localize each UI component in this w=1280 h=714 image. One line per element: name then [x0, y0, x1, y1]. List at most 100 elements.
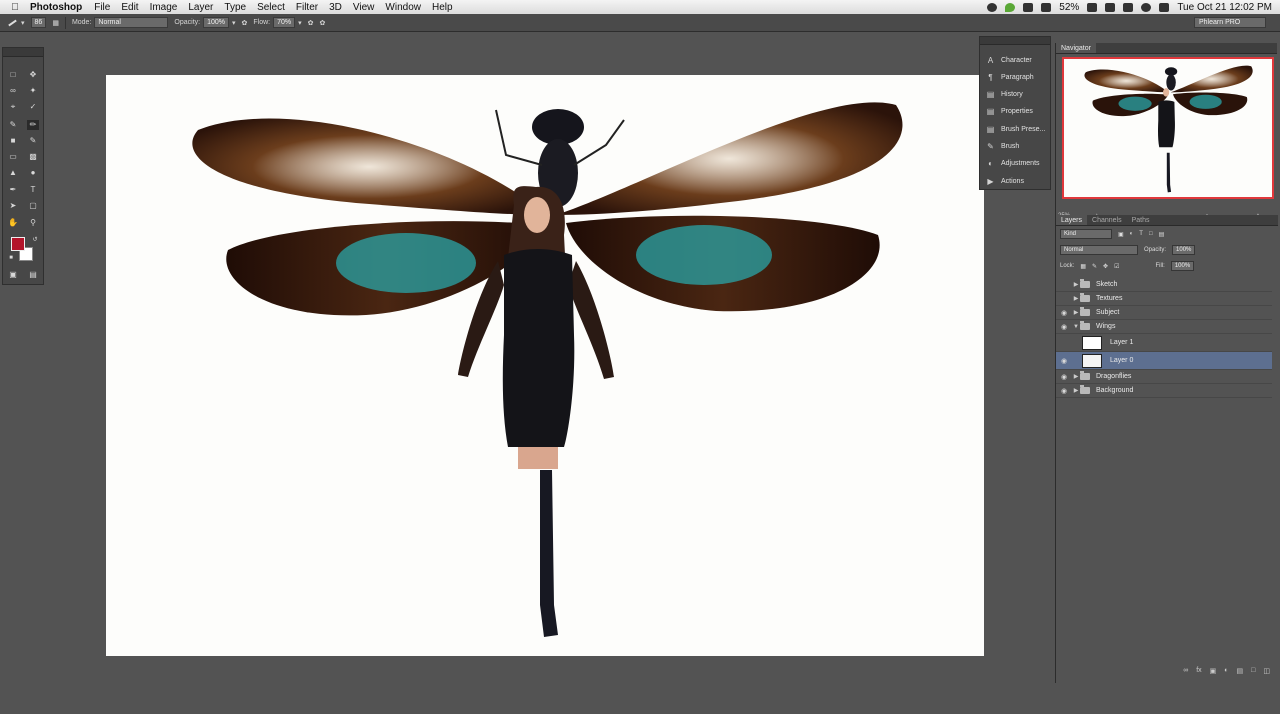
layer-opacity-field[interactable]: 100% — [1172, 245, 1196, 255]
eye-icon[interactable]: ◉ — [1056, 357, 1072, 365]
dock-adjustments[interactable]: ◐ Adjustments — [986, 156, 1039, 170]
layer-row-textures[interactable]: ▶ Textures — [1056, 292, 1272, 306]
blur-tool-icon[interactable]: ▲ — [7, 168, 19, 178]
opacity-field[interactable]: 100% — [203, 17, 229, 28]
dock-actions[interactable]: ▶ Actions — [986, 174, 1024, 188]
brush-tool-icon[interactable]: ✏ — [27, 120, 39, 130]
blend-mode-select[interactable]: Normal — [1060, 245, 1138, 255]
filter-pixel-icon[interactable]: ▣ — [1118, 231, 1124, 238]
menu-view[interactable]: View — [353, 2, 375, 13]
filter-shape-icon[interactable]: □ — [1149, 231, 1153, 237]
preset-dropdown-arrow-icon[interactable]: ▾ — [21, 19, 25, 27]
volume-icon[interactable] — [1159, 2, 1170, 12]
bluetooth-icon[interactable] — [1123, 2, 1134, 12]
airbrush-icon[interactable]: ✿ — [308, 19, 314, 27]
marquee-tool-icon[interactable]: □ — [7, 70, 19, 80]
pressure-opacity-icon[interactable]: ✿ — [242, 19, 248, 27]
healing-brush-tool-icon[interactable]: ✎ — [7, 120, 19, 130]
dock-brush-presets[interactable]: ▤ Brush Prese... — [986, 122, 1046, 136]
tools-panel-header[interactable] — [3, 48, 43, 57]
lasso-tool-icon[interactable]: ∞ — [7, 86, 19, 96]
flow-field[interactable]: 70% — [273, 17, 296, 28]
dock-brush[interactable]: ✎ Brush — [986, 139, 1019, 153]
layer-row-wings[interactable]: ◉ ▼ Wings — [1056, 320, 1272, 334]
layer-row-subject[interactable]: ◉ ▶ Subject — [1056, 306, 1272, 320]
display-icon[interactable] — [1087, 2, 1098, 12]
dodge-tool-icon[interactable]: ● — [27, 168, 39, 178]
lock-all-icon[interactable]: ☑ — [1114, 263, 1119, 270]
menu-image[interactable]: Image — [150, 2, 178, 13]
link-layers-icon[interactable]: ∞ — [1183, 667, 1188, 679]
layer-row-layer-0[interactable]: ◉ Layer 0 — [1056, 352, 1272, 370]
expand-arrow-icon[interactable]: ▶ — [1072, 373, 1080, 380]
layer-filter-kind-select[interactable]: Kind — [1060, 229, 1112, 239]
apple-icon[interactable]:  — [0, 2, 30, 13]
clock[interactable]: Tue Oct 21 12:02 PM — [1177, 2, 1272, 13]
record-icon[interactable] — [987, 2, 998, 12]
lock-position-icon[interactable]: ✥ — [1103, 263, 1108, 270]
expand-arrow-icon[interactable]: ▶ — [1072, 295, 1080, 302]
evernote-icon[interactable] — [1005, 2, 1016, 12]
layer-row-background[interactable]: ◉ ▶ Background — [1056, 384, 1272, 398]
menu-filter[interactable]: Filter — [296, 2, 318, 13]
menu-3d[interactable]: 3D — [329, 2, 342, 13]
eyedropper-tool-icon[interactable]: ✓ — [27, 102, 39, 112]
filter-smart-object-icon[interactable]: ▤ — [1159, 231, 1165, 238]
tab-navigator[interactable]: Navigator — [1056, 43, 1096, 53]
new-adjustment-icon[interactable]: ◐ — [1224, 667, 1228, 679]
eraser-tool-icon[interactable]: ▭ — [7, 152, 19, 162]
crop-tool-icon[interactable]: ⌖ — [7, 102, 19, 112]
eye-icon[interactable]: ◉ — [1056, 373, 1072, 381]
menu-help[interactable]: Help — [432, 2, 453, 13]
cloud-icon[interactable] — [1041, 2, 1052, 12]
tab-paths[interactable]: Paths — [1127, 215, 1155, 225]
hand-tool-icon[interactable]: ✋ — [7, 218, 19, 228]
path-selection-tool-icon[interactable]: ➤ — [7, 201, 19, 211]
workspace-select[interactable]: Phlearn PRO — [1194, 17, 1266, 28]
dock-properties[interactable]: ▤ Properties — [986, 104, 1033, 118]
quick-mask-icon[interactable]: ▣ — [7, 270, 19, 280]
layer-row-layer-1[interactable]: Layer 1 — [1056, 334, 1272, 352]
new-group-icon[interactable]: ▤ — [1237, 667, 1244, 679]
dock-character[interactable]: A Character — [986, 53, 1032, 67]
clone-stamp-tool-icon[interactable]: ■ — [7, 136, 19, 146]
brush-tool-preset-icon[interactable] — [6, 18, 18, 28]
fill-field[interactable]: 100% — [1170, 261, 1195, 271]
battery-percent[interactable]: 52% — [1059, 2, 1079, 13]
tab-layers[interactable]: Layers — [1056, 215, 1088, 225]
screen-mode-icon[interactable]: ▤ — [27, 270, 39, 280]
tab-channels[interactable]: Channels — [1087, 215, 1127, 225]
filter-type-icon[interactable]: T — [1139, 231, 1143, 237]
document-canvas[interactable] — [106, 75, 984, 656]
gradient-tool-icon[interactable]: ▩ — [27, 152, 39, 162]
collapse-arrow-icon[interactable]: ▼ — [1072, 324, 1080, 330]
type-tool-icon[interactable]: T — [27, 185, 39, 195]
flow-arrow-icon[interactable]: ▾ — [298, 19, 302, 27]
pen-tool-icon[interactable]: ✒ — [7, 185, 19, 195]
lock-pixels-icon[interactable]: ✎ — [1092, 263, 1097, 270]
expand-arrow-icon[interactable]: ▶ — [1072, 309, 1080, 316]
magic-wand-tool-icon[interactable]: ✦ — [27, 86, 39, 96]
menu-file[interactable]: File — [94, 2, 110, 13]
move-tool-icon[interactable]: ✥ — [27, 70, 39, 80]
history-brush-tool-icon[interactable]: ✎ — [27, 136, 39, 146]
timemachine-icon[interactable] — [1105, 2, 1116, 12]
expand-arrow-icon[interactable]: ▶ — [1072, 387, 1080, 394]
zoom-tool-icon[interactable]: ⚲ — [27, 218, 39, 228]
dock-header[interactable] — [980, 37, 1050, 45]
layer-row-dragonflies[interactable]: ◉ ▶ Dragonflies — [1056, 370, 1272, 384]
dock-paragraph[interactable]: ¶ Paragraph — [986, 70, 1033, 84]
menu-window[interactable]: Window — [385, 2, 421, 13]
lock-transparency-icon[interactable]: ▦ — [1080, 263, 1086, 270]
brush-size-picker[interactable]: 86 — [30, 17, 47, 28]
pressure-size-icon[interactable]: ✿ — [320, 19, 326, 27]
eye-icon[interactable]: ◉ — [1056, 387, 1072, 395]
wifi-icon[interactable] — [1141, 2, 1152, 12]
menu-layer[interactable]: Layer — [188, 2, 213, 13]
dropbox-icon[interactable] — [1023, 2, 1034, 12]
layer-row-sketch[interactable]: ▶ Sketch — [1056, 278, 1272, 292]
eye-icon[interactable]: ◉ — [1056, 309, 1072, 317]
menu-edit[interactable]: Edit — [121, 2, 138, 13]
filter-adjustment-icon[interactable]: ◐ — [1130, 231, 1134, 237]
opacity-arrow-icon[interactable]: ▾ — [232, 19, 236, 27]
